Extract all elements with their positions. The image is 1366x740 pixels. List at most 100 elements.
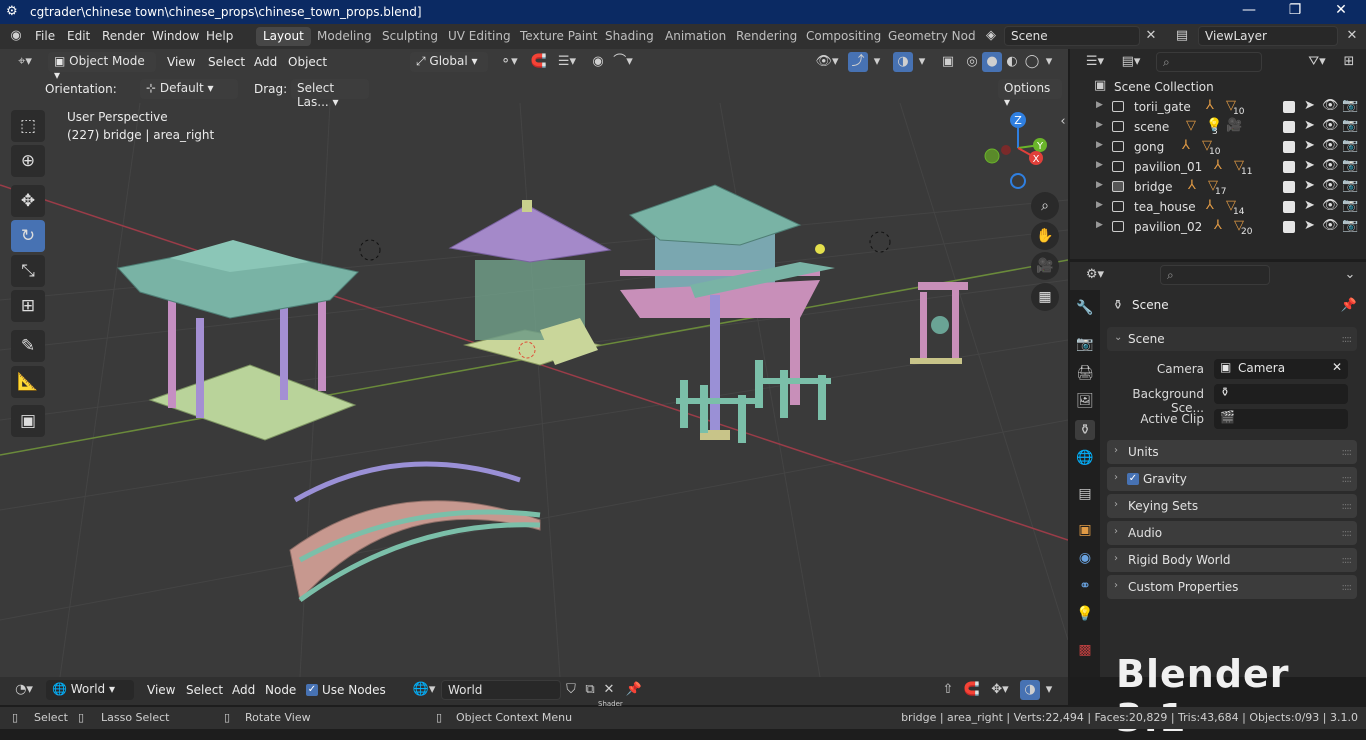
world-name-field[interactable]: World (441, 680, 561, 700)
view-layer-tab-icon[interactable]: 🖼 (1075, 391, 1095, 411)
render-camera-icon[interactable]: 📷 (1342, 198, 1358, 213)
pin-icon[interactable]: 📌 (1340, 296, 1358, 316)
scene-collection-row[interactable]: ▣ Scene Collection (1090, 77, 1366, 97)
wireframe-shading-icon[interactable]: ◎ (962, 52, 982, 72)
render-camera-icon[interactable]: 📷 (1342, 158, 1358, 173)
select-arrow-icon[interactable]: ➤ (1304, 138, 1315, 153)
material-shading-icon[interactable]: ◐ (1002, 52, 1022, 72)
cursor-tool-icon[interactable]: ⊕ (11, 145, 45, 177)
pivot-icon[interactable]: ⚬▾ (494, 52, 524, 72)
menu-render[interactable]: Render (102, 29, 145, 43)
annotate-tool-icon[interactable]: ✎ (11, 330, 45, 362)
outliner-editor-type-icon[interactable]: ☰▾ (1080, 52, 1110, 72)
rigid-body-world-panel[interactable]: › Rigid Body World :::: (1107, 548, 1357, 572)
outliner-row[interactable]: ▶ pavilion_02 ⅄ ▽ 20 ➤ 👁 📷 (1090, 217, 1366, 237)
tab-geometry-nodes[interactable]: Geometry Nod (881, 27, 983, 46)
overlay-toggle-icon[interactable]: ◑ (893, 52, 913, 72)
add-cube-tool-icon[interactable]: ▣ (11, 405, 45, 437)
drag-grip-icon[interactable]: :::: (1342, 582, 1353, 593)
gizmo-toggle-icon[interactable]: ⤴ (848, 52, 868, 72)
navigation-gizmo[interactable]: Z Y X (978, 108, 1058, 192)
render-camera-icon[interactable]: 📷 (1342, 218, 1358, 233)
camera-view-icon[interactable]: 🎥 (1031, 252, 1059, 280)
scale-tool-icon[interactable]: ⤡ (11, 255, 45, 287)
menu-object[interactable]: Object (288, 55, 327, 69)
physics-tab-icon[interactable]: ◉ (1075, 548, 1095, 568)
tab-texture-paint[interactable]: Texture Paint (513, 27, 604, 46)
gizmo-dropdown-icon[interactable]: ▾ (870, 52, 884, 72)
outliner-row[interactable]: ▶ tea_house ⅄ ▽ 14 ➤ 👁 📷 (1090, 197, 1366, 217)
snap-icon[interactable]: 🧲 (528, 52, 550, 72)
properties-editor-type-icon[interactable]: ⚙▾ (1080, 265, 1110, 285)
active-clip-field[interactable]: 🎬 (1214, 409, 1348, 429)
exclude-checkbox[interactable] (1283, 201, 1295, 213)
outliner-row[interactable]: ▶ torii_gate ⅄ ▽ 10 ➤ 👁 📷 (1090, 97, 1366, 117)
outliner-row[interactable]: ▶ bridge ⅄ ▽ 17 ➤ 👁 📷 (1090, 177, 1366, 197)
drag-grip-icon[interactable]: :::: (1342, 528, 1353, 539)
drag-dropdown[interactable]: Select Las... ▾ (291, 79, 369, 109)
audio-panel[interactable]: › Audio :::: (1107, 521, 1357, 545)
tab-layout[interactable]: Layout (256, 27, 311, 46)
parent-node-tree-icon[interactable]: ⇧ (938, 680, 958, 700)
units-panel[interactable]: › Units :::: (1107, 440, 1357, 464)
pan-hand-icon[interactable]: ✋ (1031, 222, 1059, 250)
exclude-checkbox[interactable] (1283, 141, 1295, 153)
render-camera-icon[interactable]: 📷 (1342, 118, 1358, 133)
shader-type-dropdown[interactable]: 🌐 World ▾ (46, 680, 134, 700)
render-tab-icon[interactable]: 📷 (1075, 334, 1095, 354)
editor-type-icon[interactable]: ⌖▾ (10, 52, 40, 72)
shader-menu-select[interactable]: Select (186, 683, 223, 697)
scene-remove-icon[interactable]: ✕ (1142, 26, 1160, 46)
world-browse-icon[interactable]: 🌐▾ (410, 680, 438, 700)
gravity-panel[interactable]: › ✓ Gravity :::: (1107, 467, 1357, 491)
exclude-checkbox[interactable] (1283, 161, 1295, 173)
drag-grip-icon[interactable]: :::: (1342, 334, 1353, 345)
view-layer-icon[interactable]: ▤ (1170, 26, 1194, 46)
blender-menu-icon[interactable]: ◉ (6, 26, 26, 46)
rendered-shading-icon[interactable]: ◯ (1022, 52, 1042, 72)
exclude-checkbox[interactable] (1283, 101, 1295, 113)
pavilion-left[interactable] (117, 240, 359, 441)
menu-add[interactable]: Add (254, 55, 277, 69)
tab-sculpting[interactable]: Sculpting (375, 27, 445, 46)
eye-icon[interactable]: 👁 (1322, 178, 1339, 193)
expand-arrow-icon[interactable]: ▶ (1096, 140, 1103, 150)
tab-animation[interactable]: Animation (658, 27, 733, 46)
filter-icon[interactable]: ⛛▾ (1302, 52, 1332, 72)
select-arrow-icon[interactable]: ➤ (1304, 178, 1315, 193)
tab-compositing[interactable]: Compositing (799, 27, 888, 46)
expand-arrow-icon[interactable]: ▶ (1096, 100, 1103, 110)
tab-shading[interactable]: Shading (598, 27, 661, 46)
rotate-tool-icon[interactable]: ↻ (11, 220, 45, 252)
drag-grip-icon[interactable]: :::: (1342, 501, 1353, 512)
menu-help[interactable]: Help (206, 29, 233, 43)
move-tool-icon[interactable]: ✥ (11, 185, 45, 217)
expand-arrow-icon[interactable]: ▶ (1096, 220, 1103, 230)
snap-target-icon[interactable]: ☰▾ (552, 52, 582, 72)
output-tab-icon[interactable]: 🖨 (1075, 363, 1095, 383)
maximize-button[interactable]: ❐ (1275, 2, 1315, 22)
custom-properties-panel[interactable]: › Custom Properties :::: (1107, 575, 1357, 599)
world-tab-icon[interactable]: 🌐 (1075, 448, 1095, 468)
expand-arrow-icon[interactable]: ▶ (1096, 120, 1103, 130)
menu-select[interactable]: Select (208, 55, 245, 69)
eye-icon[interactable]: 👁 (1322, 98, 1339, 113)
expand-arrow-icon[interactable]: ▶ (1096, 160, 1103, 170)
tool-tab-icon[interactable]: 🔧 (1075, 298, 1095, 318)
light-icon[interactable] (815, 244, 825, 254)
xray-icon[interactable]: ▣ (938, 52, 958, 72)
data-tab-icon[interactable]: 💡 (1075, 604, 1095, 624)
perspective-toggle-icon[interactable]: ▦ (1031, 283, 1059, 311)
outliner-row[interactable]: ▶ scene ▽ 💡 3 🎥 ➤ 👁 📷 (1090, 117, 1366, 137)
select-arrow-icon[interactable]: ➤ (1304, 98, 1315, 113)
expand-arrow-icon[interactable]: ▶ (1096, 180, 1103, 190)
scene-panel-header[interactable]: ⌄ Scene :::: (1107, 327, 1357, 351)
shader-overlay-icon[interactable]: ◑ (1020, 680, 1040, 700)
render-camera-icon[interactable]: 📷 (1342, 178, 1358, 193)
outliner-row[interactable]: ▶ pavilion_01 ⅄ ▽ 11 ➤ 👁 📷 (1090, 157, 1366, 177)
select-tool-icon[interactable]: ⬚ (11, 110, 45, 142)
tab-modeling[interactable]: Modeling (310, 27, 379, 46)
view-layer-remove-icon[interactable]: ✕ (1343, 26, 1361, 46)
select-arrow-icon[interactable]: ➤ (1304, 158, 1315, 173)
fake-user-icon[interactable]: ⛉ (562, 680, 580, 700)
